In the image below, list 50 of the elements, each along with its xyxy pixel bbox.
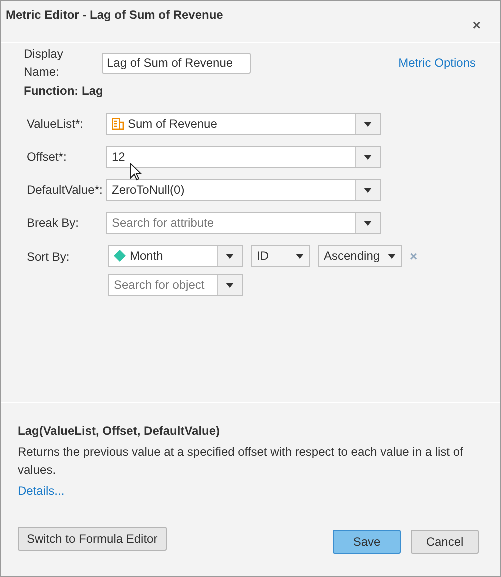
- metric-options-link[interactable]: Metric Options: [398, 54, 476, 72]
- field-label: Display Name:: [24, 46, 64, 81]
- caret-icon: [296, 254, 304, 258]
- field-value: ID: [257, 248, 269, 265]
- switch-editor-button[interactable]: Switch to Formula Editor: [18, 527, 167, 551]
- function-signature: Lag(ValueList, Offset, DefaultValue): [18, 423, 222, 440]
- attribute-dropdown[interactable]: Month: [108, 245, 243, 267]
- order-dropdown[interactable]: Ascending: [318, 245, 402, 267]
- field-value: Month: [130, 248, 164, 265]
- placeholder-text: Search for attribute: [112, 215, 214, 232]
- function-label: Function: Lag: [24, 83, 104, 100]
- cancel-button[interactable]: Cancel: [411, 530, 479, 554]
- dropdown-field[interactable]: ZeroToNull(0): [106, 179, 381, 201]
- dropdown-button[interactable]: [355, 114, 380, 134]
- field-label: Sort By:: [26, 249, 71, 266]
- attribute-icon: [114, 250, 126, 262]
- caret-icon: [226, 254, 234, 258]
- dropdown-button[interactable]: [217, 246, 242, 266]
- dropdown-button[interactable]: [355, 180, 380, 200]
- caret-icon: [364, 220, 372, 226]
- search-field[interactable]: Search for attribute: [106, 212, 381, 234]
- caret-icon: [364, 154, 372, 160]
- dropdown-button[interactable]: [355, 213, 380, 233]
- metric-icon: [112, 118, 124, 130]
- close-button[interactable]: ×: [472, 18, 481, 32]
- field-value: Sum of Revenue: [128, 116, 218, 133]
- dropdown-button[interactable]: [355, 147, 380, 167]
- mouse-pointer-icon: [130, 163, 143, 181]
- dropdown-button[interactable]: [217, 275, 242, 295]
- field-label: Break By:: [26, 215, 80, 232]
- search-field[interactable]: Search for object: [108, 274, 243, 296]
- dropdown-field[interactable]: Sum of Revenue: [106, 113, 381, 135]
- placeholder-text: Search for object: [113, 277, 206, 294]
- function-description: Returns the previous value at a specified offset with respect to each value in a list of values.: [18, 444, 464, 479]
- save-button[interactable]: Save: [333, 530, 401, 554]
- caret-icon: [364, 122, 372, 126]
- field-value: 12: [112, 149, 126, 166]
- caret-icon: [364, 188, 372, 192]
- caret-icon: [388, 254, 396, 258]
- field-label: DefaultValue*:: [26, 182, 104, 199]
- dropdown-field[interactable]: 12: [106, 146, 381, 168]
- display-name-field[interactable]: Lag of Sum of Revenue: [102, 52, 251, 74]
- field-value: Ascending: [324, 248, 380, 265]
- window-title: Metric Editor - Lag of Sum of Revenue: [6, 7, 224, 24]
- form-dropdown[interactable]: ID: [251, 245, 310, 267]
- field-value: ZeroToNull(0): [112, 182, 185, 199]
- caret-icon: [226, 282, 234, 288]
- field-label: Offset*:: [26, 149, 68, 166]
- details-link[interactable]: Details...: [18, 482, 65, 500]
- field-label: ValueList*:: [26, 116, 84, 133]
